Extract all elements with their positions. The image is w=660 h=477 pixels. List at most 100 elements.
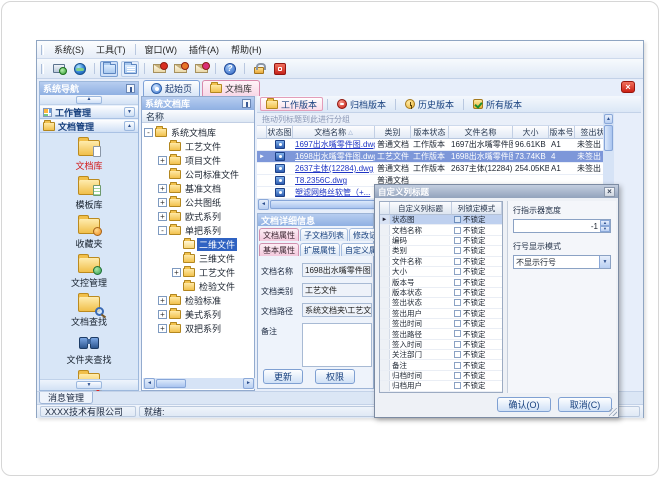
all-versions-button[interactable]: 所有版本 xyxy=(468,97,527,111)
lock-checkbox[interactable] xyxy=(454,216,461,223)
dialog-grid-row[interactable]: 备注不锁定 xyxy=(380,360,502,370)
col-category[interactable]: 类别 xyxy=(375,126,411,139)
lock-checkbox[interactable] xyxy=(454,362,461,369)
menu-system[interactable]: 系统(S) xyxy=(49,42,89,57)
sidebar-item-folder-search[interactable]: 文件夹查找 xyxy=(40,335,138,366)
table-row[interactable]: 2637主体(12284).dwg 普通文档 工作版本 2637主体(12284… xyxy=(257,163,603,175)
doc-path-value[interactable]: 系统文档夹\工艺文件\ xyxy=(302,303,372,317)
expand-icon[interactable]: + xyxy=(158,212,167,221)
lock-checkbox[interactable] xyxy=(454,330,461,337)
lock-checkbox[interactable] xyxy=(454,341,461,348)
col-file-name[interactable]: 文件名称 xyxy=(449,126,513,139)
update-button[interactable]: 更新 xyxy=(263,369,303,384)
tree-node[interactable]: +公共图纸 xyxy=(142,195,254,209)
expand-icon[interactable]: + xyxy=(158,198,167,207)
row-indicator-width-spinner[interactable]: -1 ▲▼ xyxy=(513,219,611,233)
table-row[interactable]: 1697出水嘴零件图.dwg 普通文档 工作版本 1697出水嘴零件图.dwg … xyxy=(257,139,603,151)
doc-name-value[interactable]: 1698出水嘴零件图.dwg xyxy=(302,263,372,277)
pin-icon[interactable] xyxy=(126,84,135,93)
lock-checkbox[interactable] xyxy=(454,237,461,244)
col-lock-mode[interactable]: 列锁定模式 xyxy=(452,202,502,215)
document-link[interactable]: 塑滤网络丝软管（+... xyxy=(295,187,370,198)
document-link[interactable]: T8.2356C.dwg xyxy=(295,176,347,185)
dialog-close-icon[interactable]: × xyxy=(604,187,615,197)
lock-button[interactable] xyxy=(250,61,268,77)
tab-doc-properties[interactable]: 文档属性 xyxy=(259,228,299,241)
dialog-grid-row[interactable]: 版本状态不锁定 xyxy=(380,288,502,298)
tree-node[interactable]: 公司标准文件 xyxy=(142,167,254,181)
expand-icon[interactable]: + xyxy=(158,310,167,319)
dialog-grid-row[interactable]: 签出用户不锁定 xyxy=(380,309,502,319)
chevron-down-icon[interactable]: ▼ xyxy=(599,256,610,268)
archive-version-button[interactable]: 归档版本 xyxy=(332,97,391,111)
tree-node[interactable]: -单把系列 xyxy=(142,223,254,237)
col-custom-title[interactable]: 自定义列标题 xyxy=(390,202,452,215)
lock-checkbox[interactable] xyxy=(454,258,461,265)
tab-extended-properties[interactable]: 扩展属性 xyxy=(300,243,340,256)
tree-node-root[interactable]: -系统文档库 xyxy=(142,125,254,139)
mail-button-1[interactable] xyxy=(150,61,168,77)
scroll-right-icon[interactable]: ► xyxy=(243,378,254,389)
lock-checkbox[interactable] xyxy=(454,247,461,254)
sidebar-item-template-library[interactable]: 模板库 xyxy=(40,179,138,211)
scroll-left-icon[interactable]: ◄ xyxy=(258,199,269,210)
lock-checkbox[interactable] xyxy=(454,372,461,379)
message-management-tab[interactable]: 消息管理 xyxy=(39,392,93,404)
group-by-bar[interactable]: 拖动列标题到此进行分组 xyxy=(257,113,603,126)
expand-icon[interactable]: + xyxy=(158,184,167,193)
tree-node[interactable]: 检验文件 xyxy=(142,279,254,293)
collapse-icon[interactable]: - xyxy=(158,226,167,235)
dialog-grid-row[interactable]: 签出路径不锁定 xyxy=(380,329,502,339)
dialog-grid-row[interactable]: 签入时间不锁定 xyxy=(380,340,502,350)
work-version-button[interactable]: 工作版本 xyxy=(260,97,323,111)
lock-checkbox[interactable] xyxy=(454,382,461,389)
permissions-button[interactable]: 权限 xyxy=(315,369,355,384)
history-version-button[interactable]: 历史版本 xyxy=(400,97,459,111)
sidebar-item-favorites[interactable]: 收藏夹 xyxy=(40,218,138,250)
open-library-button[interactable] xyxy=(100,61,118,77)
scroll-left-icon[interactable]: ◄ xyxy=(144,378,155,389)
tree-node[interactable]: +美式系列 xyxy=(142,307,254,321)
col-version-number[interactable]: 版本号 xyxy=(549,126,575,139)
pin-icon[interactable] xyxy=(242,99,251,108)
menu-plugins[interactable]: 插件(A) xyxy=(184,42,224,57)
row-number-mode-dropdown[interactable]: 不显示行号 ▼ xyxy=(513,255,611,269)
mail-button-3[interactable] xyxy=(192,61,210,77)
tab-document-library[interactable]: 文档库 xyxy=(202,80,260,96)
spin-down-icon[interactable]: ▼ xyxy=(600,226,610,232)
col-version-status[interactable]: 版本状态 xyxy=(411,126,449,139)
sidebar-item-document-library[interactable]: 文档库 xyxy=(40,140,138,172)
tree-column-header[interactable]: 名称 xyxy=(142,110,254,123)
dialog-grid-row[interactable]: 版本号不锁定 xyxy=(380,277,502,287)
dialog-grid-row[interactable]: 签出时间不锁定 xyxy=(380,319,502,329)
dialog-grid-row[interactable]: 文档名称不锁定 xyxy=(380,225,502,235)
sidebar-section-work[interactable]: 工作管理 ▼ xyxy=(40,105,138,119)
library-view-button[interactable] xyxy=(121,61,139,77)
sidebar-item-doc-search[interactable]: 文档查找 xyxy=(40,296,138,328)
tree-node[interactable]: +工艺文件 xyxy=(142,265,254,279)
tab-basic-properties[interactable]: 基本属性 xyxy=(259,243,299,256)
tree-node[interactable]: +双把系列 xyxy=(142,321,254,335)
dialog-grid-row[interactable]: 类别不锁定 xyxy=(380,246,502,256)
document-link[interactable]: 1697出水嘴零件图.dwg xyxy=(295,139,375,150)
dialog-grid-row[interactable]: 编码不锁定 xyxy=(380,236,502,246)
tree-node[interactable]: +欧式系列 xyxy=(142,209,254,223)
connect-button[interactable] xyxy=(50,61,68,77)
dialog-title-bar[interactable]: 自定义列标题 × xyxy=(375,185,618,198)
scrollbar-thumb[interactable] xyxy=(604,125,613,151)
col-checkout-status[interactable]: 签出状态 xyxy=(575,126,603,139)
chevron-down-icon[interactable]: ▼ xyxy=(124,107,135,117)
tab-start-page[interactable]: 起始页 xyxy=(143,80,200,96)
menu-window[interactable]: 窗口(W) xyxy=(140,42,183,57)
dialog-grid-row[interactable]: 关注部门不锁定 xyxy=(380,350,502,360)
remark-textarea[interactable] xyxy=(302,323,372,367)
tree-node[interactable]: +项目文件 xyxy=(142,153,254,167)
dialog-grid-row[interactable]: 归档时间不锁定 xyxy=(380,371,502,381)
resize-grip[interactable] xyxy=(609,408,617,416)
tree-node[interactable]: 三维文件 xyxy=(142,251,254,265)
scrollbar-thumb[interactable] xyxy=(156,379,186,388)
close-tab-button[interactable]: × xyxy=(621,81,635,93)
col-document-name[interactable]: 文档名称△ xyxy=(293,126,375,139)
collapse-icon[interactable]: - xyxy=(144,128,153,137)
col-status-icon[interactable]: 状态图 xyxy=(267,126,293,139)
